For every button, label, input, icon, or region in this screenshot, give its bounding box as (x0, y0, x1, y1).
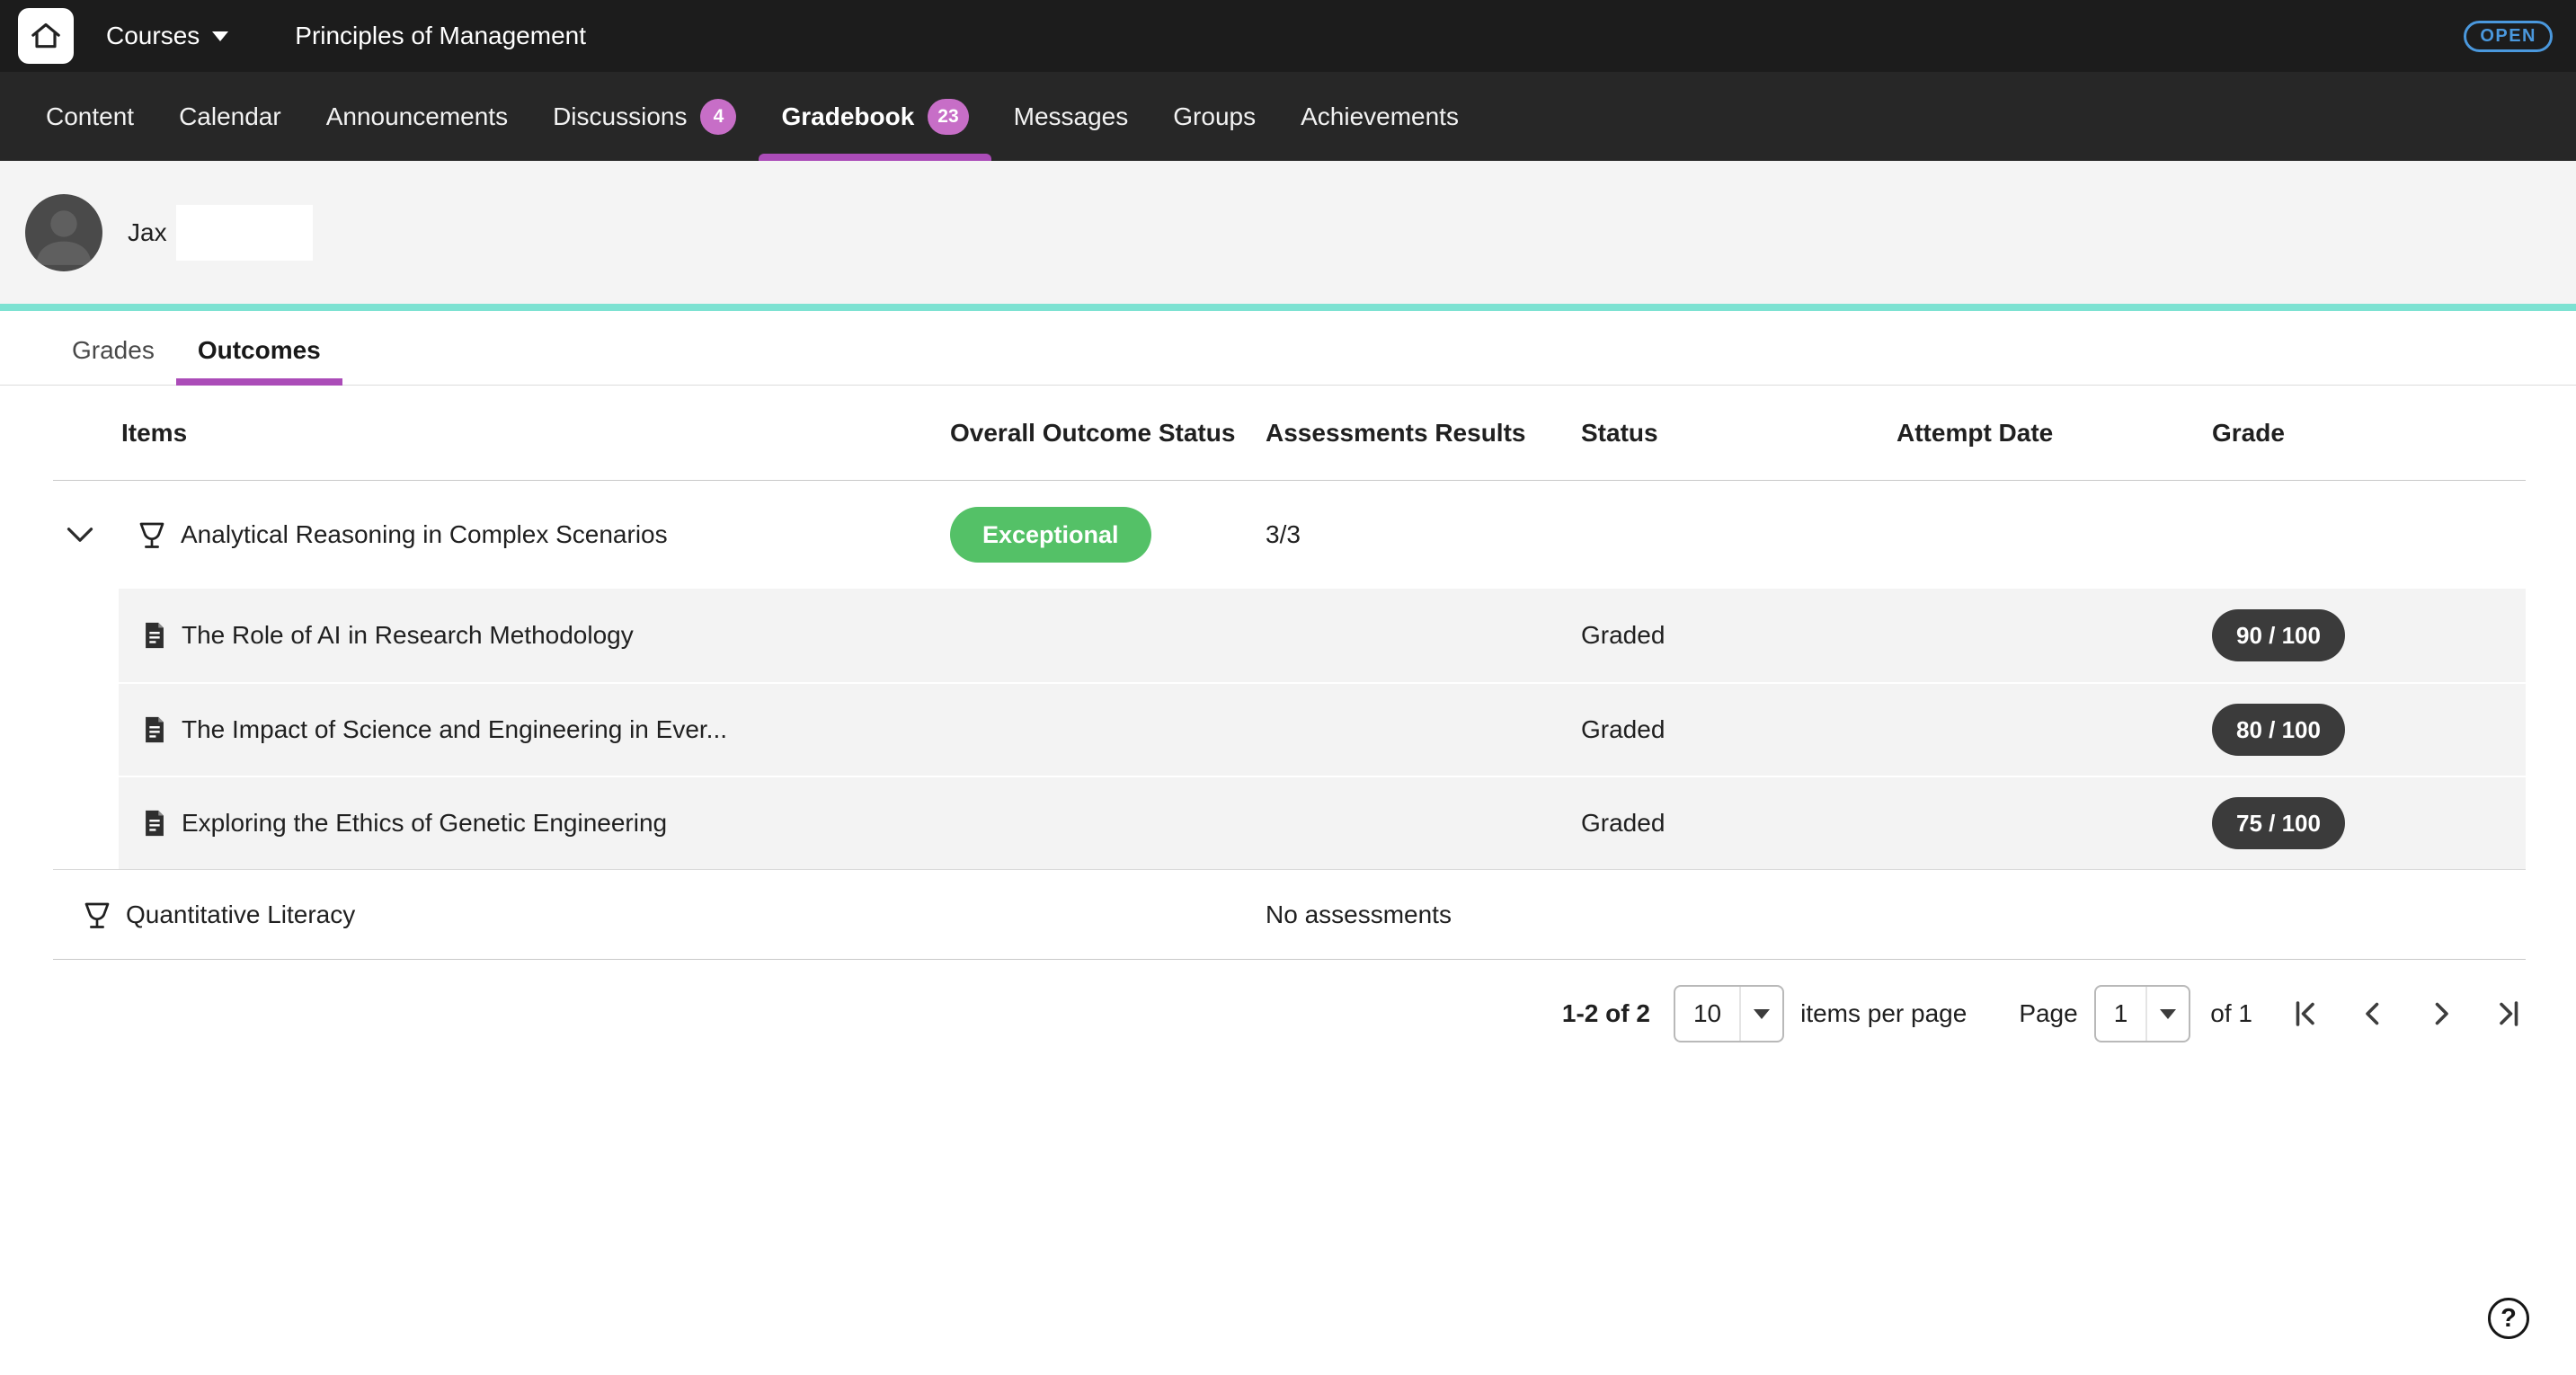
grade-badge: 90 / 100 (2212, 609, 2345, 661)
items-per-page-value: 10 (1675, 987, 1739, 1041)
nav-label: Groups (1173, 102, 1256, 131)
open-status-badge: OPEN (2464, 21, 2553, 52)
items-per-page-select[interactable]: 10 (1674, 985, 1784, 1042)
chevron-down-icon (1739, 987, 1782, 1041)
page-number-value: 1 (2096, 987, 2146, 1041)
document-icon (139, 808, 170, 838)
pagination-bar: 1-2 of 2 10 items per page Page 1 of 1 (53, 985, 2526, 1042)
outcome-title: Analytical Reasoning in Complex Scenario… (181, 520, 668, 549)
activity-title: Exploring the Ethics of Genetic Engineer… (182, 809, 667, 838)
nav-label: Calendar (179, 102, 281, 131)
tab-outcomes[interactable]: Outcomes (176, 336, 342, 385)
document-icon (139, 620, 170, 651)
chevron-right-icon (2425, 998, 2457, 1030)
nav-label: Messages (1014, 102, 1129, 131)
outcomes-table: Items Overall Outcome Status Assessments… (53, 386, 2526, 960)
results-range: 1-2 of 2 (1562, 999, 1650, 1028)
col-header-status: Status (1581, 419, 1896, 448)
nav-achievements[interactable]: Achievements (1278, 72, 1481, 161)
gradebook-tabs: Grades Outcomes (0, 311, 2576, 386)
page-number-select[interactable]: 1 (2094, 985, 2191, 1042)
previous-page-button[interactable] (2357, 998, 2389, 1030)
tab-grades[interactable]: Grades (50, 336, 176, 385)
activity-status: Graded (1581, 809, 1896, 838)
next-page-button[interactable] (2425, 998, 2457, 1030)
activity-row: The Impact of Science and Engineering in… (119, 682, 2526, 776)
col-header-overall-status: Overall Outcome Status (950, 419, 1266, 448)
first-page-icon (2288, 998, 2321, 1030)
question-mark-icon: ? (2500, 1304, 2517, 1334)
discussions-count-badge: 4 (700, 99, 736, 135)
help-button[interactable]: ? (2488, 1298, 2529, 1339)
courses-menu[interactable]: Courses (106, 22, 228, 50)
nav-label: Gradebook (781, 102, 914, 131)
last-page-button[interactable] (2493, 998, 2526, 1030)
nav-announcements[interactable]: Announcements (304, 72, 530, 161)
outcome-trophy-icon (136, 519, 168, 551)
activity-title: The Impact of Science and Engineering in… (182, 715, 727, 744)
outcome-row: Analytical Reasoning in Complex Scenario… (53, 481, 2526, 589)
top-bar: Courses Principles of Management OPEN (0, 0, 2576, 72)
accent-divider (0, 304, 2576, 311)
person-icon (25, 194, 102, 271)
activity-row: The Role of AI in Research Methodology G… (119, 589, 2526, 682)
outcome-activities: The Role of AI in Research Methodology G… (53, 589, 2526, 870)
activity-row: Exploring the Ethics of Genetic Engineer… (119, 776, 2526, 869)
last-page-icon (2493, 998, 2526, 1030)
chevron-down-icon (212, 31, 228, 41)
collapse-chevron-icon[interactable] (62, 517, 98, 553)
chevron-left-icon (2357, 998, 2389, 1030)
course-nav: Content Calendar Announcements Discussio… (0, 72, 2576, 161)
table-header: Items Overall Outcome Status Assessments… (53, 386, 2526, 481)
outcome-trophy-icon (81, 899, 113, 931)
nav-messages[interactable]: Messages (991, 72, 1151, 161)
learner-name: Jax (128, 218, 167, 247)
learner-header: Jax (0, 161, 2576, 304)
first-page-button[interactable] (2288, 998, 2321, 1030)
items-per-page-label: items per page (1800, 999, 1967, 1028)
nav-label: Content (46, 102, 134, 131)
nav-gradebook[interactable]: Gradebook 23 (759, 72, 990, 161)
nav-label: Discussions (553, 102, 687, 131)
grade-badge: 80 / 100 (2212, 704, 2345, 756)
nav-label: Achievements (1301, 102, 1459, 131)
chevron-down-icon (2145, 987, 2189, 1041)
course-title: Principles of Management (295, 22, 586, 50)
outcome-title: Quantitative Literacy (126, 900, 355, 929)
nav-calendar[interactable]: Calendar (156, 72, 304, 161)
col-header-attempt-date: Attempt Date (1896, 419, 2212, 448)
activity-status: Graded (1581, 715, 1896, 744)
nav-groups[interactable]: Groups (1150, 72, 1278, 161)
page-of-label: of 1 (2210, 999, 2252, 1028)
redacted-name-box (176, 205, 313, 261)
courses-label: Courses (106, 22, 200, 50)
grade-badge: 75 / 100 (2212, 797, 2345, 849)
nav-discussions[interactable]: Discussions 4 (530, 72, 759, 161)
assessments-results: No assessments (1266, 900, 1581, 929)
activity-title: The Role of AI in Research Methodology (182, 621, 634, 650)
outcome-status-badge: Exceptional (950, 507, 1151, 563)
activity-status: Graded (1581, 621, 1896, 650)
assessments-results: 3/3 (1266, 520, 1581, 549)
col-header-items: Items (53, 419, 950, 448)
page-label: Page (2019, 999, 2077, 1028)
home-button[interactable] (18, 8, 74, 64)
gradebook-count-badge: 23 (928, 99, 968, 135)
nav-content[interactable]: Content (23, 72, 156, 161)
nav-label: Announcements (326, 102, 508, 131)
col-header-assessments: Assessments Results (1266, 419, 1581, 448)
document-icon (139, 714, 170, 745)
outcome-row: Quantitative Literacy No assessments (53, 870, 2526, 960)
col-header-grade: Grade (2212, 419, 2526, 448)
home-icon (28, 18, 64, 54)
avatar (25, 194, 102, 271)
